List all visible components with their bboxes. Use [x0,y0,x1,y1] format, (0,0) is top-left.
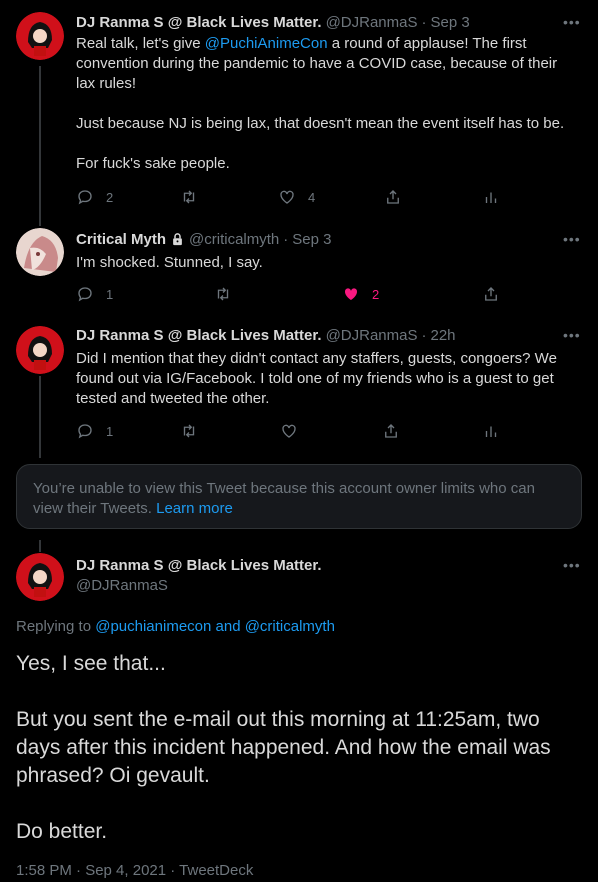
reply-button[interactable]: 2 [76,188,113,206]
user-handle[interactable]: @DJRanmaS [326,327,418,344]
share-button[interactable] [482,285,500,303]
like-button[interactable]: 2 [342,285,379,303]
learn-more-link[interactable]: Learn more [156,500,233,517]
analytics-icon [485,426,497,437]
retweet-icon [183,190,195,204]
tweet-time[interactable]: Sep 3 [292,231,331,248]
replying-to: Replying to @puchianimecon and @critical… [16,618,335,635]
heart-icon [282,424,296,438]
retweet-button[interactable] [180,422,210,440]
analytics-button[interactable] [482,422,500,440]
user-handle[interactable]: @DJRanmaS [326,14,418,31]
share-button[interactable] [382,422,400,440]
separator: · [421,14,427,31]
replying-to-links[interactable]: @puchianimecon and @criticalmyth [95,618,335,635]
share-icon [385,424,397,438]
thread-line [39,376,41,458]
avatar[interactable] [16,326,64,374]
reply-count: 1 [106,286,114,302]
heart-icon [280,190,294,204]
like-button[interactable] [280,422,310,440]
tweet-header: DJ Ranma S @ Black Lives Matter. @DJRanm… [76,14,470,31]
reply-button[interactable]: 1 [76,422,113,440]
heart-filled-icon [344,288,358,300]
avatar[interactable] [16,553,64,601]
more-options-button[interactable]: ••• [563,231,581,247]
separator: · [421,327,427,344]
reply-count: 2 [106,189,114,205]
thread-line [39,540,41,552]
tweet-header: Critical Myth @criticalmyth · Sep 3 [76,231,331,248]
tweet-text: Real talk, let's give @PuchiAnimeCon a r… [76,35,565,172]
like-count: 2 [372,286,380,302]
thread-line [39,66,41,226]
reply-icon [78,424,92,439]
more-options-button[interactable]: ••• [563,327,581,343]
avatar[interactable] [16,228,64,276]
tweet-text: Did I mention that they didn't contact a… [76,350,557,407]
tweet-header: DJ Ranma S @ Black Lives Matter. @DJRanm… [76,327,456,344]
separator: · [283,231,289,248]
reply-icon [78,287,92,302]
share-icon [485,287,497,301]
like-button[interactable]: 4 [278,188,315,206]
mention-link[interactable]: @PuchiAnimeCon [205,35,328,52]
avatar[interactable] [16,12,64,60]
share-icon [387,190,399,204]
display-name[interactable]: Critical Myth [76,231,166,248]
display-name[interactable]: DJ Ranma S @ Black Lives Matter. [76,14,322,31]
reply-button[interactable]: 1 [76,285,113,303]
retweet-icon [183,424,195,438]
more-options-button[interactable]: ••• [563,14,581,30]
tweet-timestamp[interactable]: 1:58 PM · Sep 4, 2021 · TweetDeck [16,862,253,879]
like-count: 4 [308,189,316,205]
lock-icon [173,233,182,246]
analytics-icon [485,192,497,203]
notice-text: You’re unable to view this Tweet because… [33,480,535,517]
reply-count: 1 [106,423,114,439]
analytics-button[interactable] [482,188,500,206]
tweet-time[interactable]: 22h [430,327,455,344]
retweet-button[interactable] [180,188,210,206]
retweet-icon [217,287,229,301]
replying-label: Replying to [16,618,96,635]
share-button[interactable] [384,188,402,206]
reply-icon [78,190,92,205]
tweet-time[interactable]: Sep 3 [430,14,469,31]
retweet-button[interactable] [214,285,244,303]
more-options-button[interactable]: ••• [563,557,581,573]
tweet-text: I'm shocked. Stunned, I say. [76,254,263,271]
display-name[interactable]: DJ Ranma S @ Black Lives Matter. [76,327,322,344]
user-handle[interactable]: @criticalmyth [189,231,279,248]
user-handle[interactable]: @DJRanmaS [76,577,168,594]
unavailable-tweet-notice: You’re unable to view this Tweet because… [16,464,582,529]
display-name[interactable]: DJ Ranma S @ Black Lives Matter. [76,557,322,574]
main-tweet-text: Yes, I see that... But you sent the e-ma… [16,652,551,843]
